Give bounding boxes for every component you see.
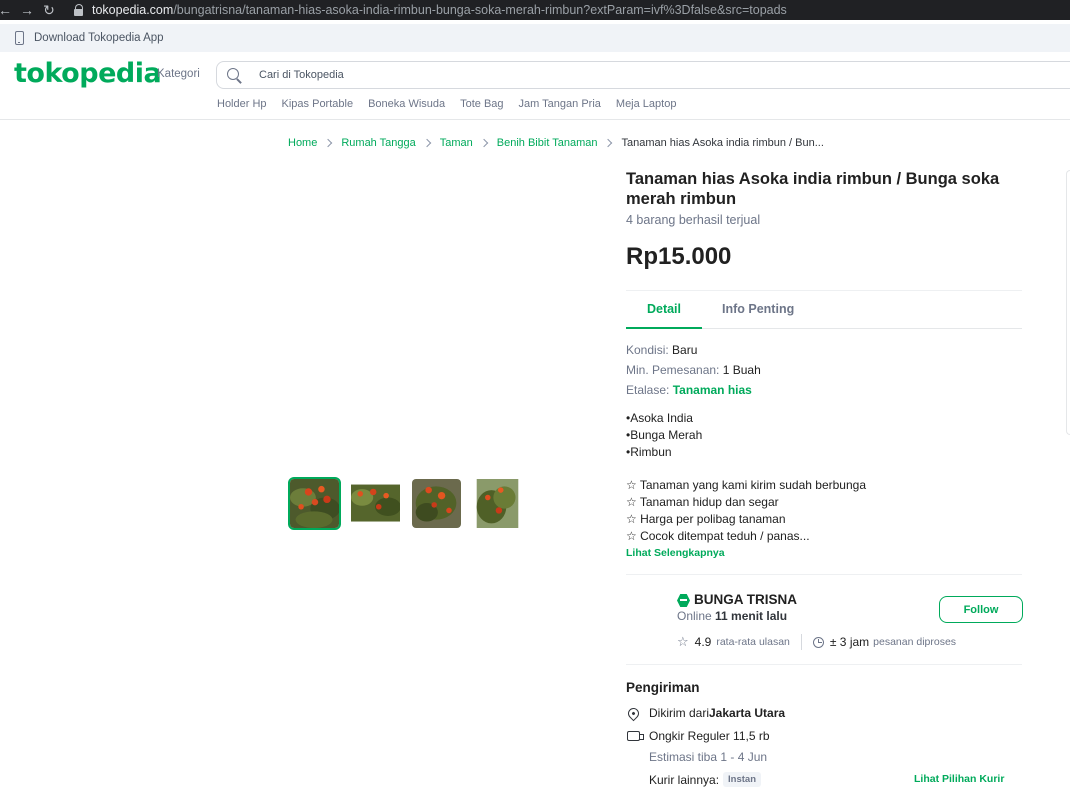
- origin-city: Jakarta Utara: [709, 706, 786, 720]
- spec-label: Etalase:: [626, 383, 673, 397]
- location-pin-icon: [625, 705, 642, 721]
- see-couriers-link[interactable]: Lihat Pilihan Kurir: [914, 773, 1004, 785]
- kurir-label: Kurir lainnya:: [649, 772, 720, 787]
- chevron-right-icon: [324, 138, 333, 148]
- download-app-text[interactable]: Download Tokopedia App: [34, 32, 164, 44]
- quick-link-tote-bag[interactable]: Tote Bag: [460, 98, 503, 110]
- clock-icon: [812, 636, 824, 648]
- plant-photo-icon: [351, 479, 400, 528]
- divider: [626, 664, 1022, 665]
- breadcrumb-taman[interactable]: Taman: [440, 137, 473, 149]
- see-more-link[interactable]: Lihat Selengkapnya: [626, 547, 725, 559]
- ongkir-text: Ongkir Reguler 11,5 rb: [649, 729, 770, 743]
- quick-link-jam-tangan-pria[interactable]: Jam Tangan Pria: [519, 98, 601, 110]
- spec-label: Min. Pemesanan:: [626, 363, 723, 377]
- chevron-right-icon: [479, 138, 489, 148]
- other-couriers: Kurir lainnya: Instan: [649, 772, 762, 787]
- url-domain: tokopedia.com: [92, 3, 174, 17]
- spec-value: 1 Buah: [722, 363, 761, 377]
- shop-online-status: Online 11 menit lalu: [677, 609, 787, 623]
- origin-label: Dikirim dari: [649, 706, 709, 720]
- process-label: pesanan diproses: [873, 636, 957, 648]
- official-store-badge-icon: [677, 594, 690, 607]
- quick-link-boneka-wisuda[interactable]: Boneka Wisuda: [368, 98, 445, 110]
- product-thumbnails: [288, 477, 532, 530]
- shop-name[interactable]: BUNGA TRISNA: [694, 592, 797, 607]
- tokopedia-logo[interactable]: tokopedia: [14, 58, 162, 89]
- forward-arrow-icon[interactable]: →: [16, 0, 38, 20]
- url-path: /bungatrisna/tanaman-hias-asoka-india-ri…: [173, 3, 787, 17]
- process-time: ± 3 jam: [829, 635, 870, 649]
- download-app-banner[interactable]: Download Tokopedia App: [0, 24, 1070, 52]
- search-bar[interactable]: [216, 61, 1070, 89]
- quick-link-meja-laptop[interactable]: Meja Laptop: [616, 98, 677, 110]
- chevron-right-icon: [604, 138, 613, 148]
- plant-photo-icon: [473, 479, 522, 528]
- spec-min-pemesanan: Min. Pemesanan: 1 Buah: [626, 363, 761, 377]
- quick-link-holder-hp[interactable]: Holder Hp: [217, 98, 267, 110]
- browser-toolbar: ← → ↻ tokopedia.com/bungatrisna/tanaman-…: [0, 0, 1070, 20]
- shipping-estimate: Estimasi tiba 1 - 4 Jun: [649, 750, 768, 764]
- chevron-right-icon: [422, 138, 431, 148]
- description-features: ☆ Tanaman yang kami kirim sudah berbunga…: [626, 477, 866, 545]
- description-line: ☆ Tanaman yang kami kirim sudah berbunga: [626, 478, 866, 492]
- tab-detail[interactable]: Detail: [626, 292, 702, 329]
- header-divider: [0, 119, 1070, 120]
- quick-links: Holder Hp Kipas Portable Boneka Wisuda T…: [217, 98, 676, 110]
- shop-stats: ☆ 4.9 rata-rata ulasan ± 3 jam pesanan d…: [677, 634, 956, 650]
- etalase-link[interactable]: Tanaman hias: [673, 383, 752, 397]
- shipping-cost: Ongkir Reguler 11,5 rb: [626, 729, 770, 743]
- description-line: •Bunga Merah: [626, 428, 703, 442]
- search-input[interactable]: [259, 69, 959, 81]
- product-thumbnail[interactable]: [349, 477, 402, 530]
- divider: [626, 574, 1022, 575]
- side-panel-edge: [1066, 170, 1070, 435]
- product-title: Tanaman hias Asoka india rimbun / Bunga …: [626, 170, 1000, 208]
- description-line: •Asoka India: [626, 411, 693, 425]
- phone-icon: [15, 31, 24, 45]
- divider: [800, 634, 802, 650]
- quick-link-kipas-portable[interactable]: Kipas Portable: [282, 98, 354, 110]
- breadcrumb: Home Rumah Tangga Taman Benih Bibit Tana…: [288, 137, 824, 149]
- description-line: ☆ Harga per polibag tanaman: [626, 512, 786, 526]
- lock-icon: [74, 4, 84, 16]
- plant-photo-icon: [412, 479, 461, 528]
- star-icon: ☆: [677, 634, 689, 649]
- spec-kondisi: Kondisi: Baru: [626, 343, 697, 357]
- address-bar[interactable]: tokopedia.com/bungatrisna/tanaman-hias-a…: [74, 1, 1070, 19]
- product-thumbnail[interactable]: [410, 477, 463, 530]
- reload-icon[interactable]: ↻: [38, 0, 60, 20]
- description-bullets: •Asoka India •Bunga Merah •Rimbun: [626, 410, 702, 461]
- spec-etalase: Etalase: Tanaman hias: [626, 383, 752, 397]
- search-icon: [227, 67, 242, 83]
- plant-photo-icon: [290, 479, 339, 528]
- divider: [626, 290, 1022, 291]
- product-thumbnail[interactable]: [288, 477, 341, 530]
- breadcrumb-rumah-tangga[interactable]: Rumah Tangga: [341, 137, 415, 149]
- description-line: ☆ Cocok ditempat teduh / panas...: [626, 529, 810, 543]
- product-price: Rp15.000: [626, 243, 732, 270]
- description-line: •Rimbun: [626, 445, 672, 459]
- product-thumbnail[interactable]: [471, 477, 524, 530]
- rating-label: rata-rata ulasan: [716, 636, 790, 648]
- kategori-menu[interactable]: Kategori: [157, 68, 200, 80]
- shipping-title: Pengiriman: [626, 680, 700, 695]
- back-arrow-icon[interactable]: ←: [0, 0, 16, 20]
- breadcrumb-home[interactable]: Home: [288, 137, 317, 149]
- online-time: 11 menit lalu: [715, 609, 788, 623]
- truck-icon: [627, 731, 644, 741]
- instan-badge: Instan: [723, 772, 762, 787]
- follow-button[interactable]: Follow: [939, 596, 1023, 623]
- shop-rating: 4.9: [694, 635, 712, 649]
- breadcrumb-benih-bibit-tanaman[interactable]: Benih Bibit Tanaman: [497, 137, 598, 149]
- spec-value: Baru: [672, 343, 698, 357]
- product-tabs: Detail Info Penting: [626, 292, 1022, 329]
- shipping-origin: Dikirim dari Jakarta Utara: [625, 705, 786, 721]
- spec-label: Kondisi:: [626, 343, 673, 357]
- tab-info-penting[interactable]: Info Penting: [722, 292, 794, 328]
- sold-count: 4 barang berhasil terjual: [626, 213, 761, 227]
- breadcrumb-current: Tanaman hias Asoka india rimbun / Bun...: [621, 137, 824, 149]
- description-line: ☆ Tanaman hidup dan segar: [626, 495, 779, 509]
- online-label: Online: [677, 609, 716, 623]
